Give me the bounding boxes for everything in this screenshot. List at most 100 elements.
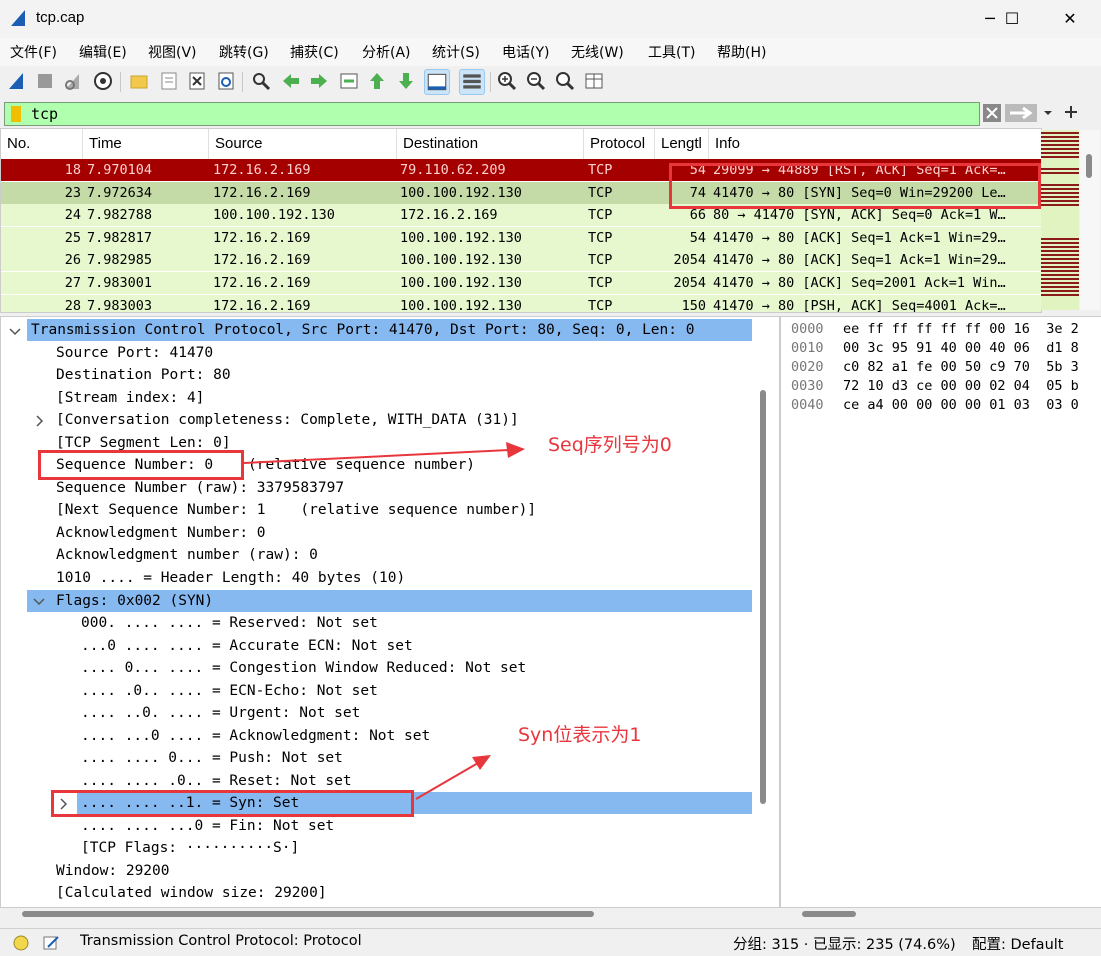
column-header-source[interactable]: Source (209, 129, 397, 159)
normal-size-icon[interactable] (554, 70, 576, 92)
add-filter-button-icon[interactable] (1064, 105, 1078, 119)
packet-cell-no: 28 (64, 297, 81, 313)
packet-cell-time: 7.982817 (87, 229, 153, 246)
hex-bytes[interactable]: 72 10 d3 ce 00 00 02 04 05 b (843, 378, 1079, 394)
tree-item-next-sequence-number[interactable]: [Next Sequence Number: 1 (relative seque… (56, 499, 536, 521)
go-last-icon[interactable] (395, 70, 417, 92)
auto-scroll-icon[interactable] (424, 69, 450, 95)
tree-item-fin[interactable]: .... .... ...0 = Fin: Not set (81, 815, 334, 837)
zoom-out-icon[interactable] (525, 70, 547, 92)
go-forward-icon[interactable] (308, 70, 330, 92)
details-scrollbar[interactable] (760, 390, 766, 804)
edit-comment-icon[interactable] (42, 934, 60, 952)
go-back-icon[interactable] (280, 70, 302, 92)
tree-item-tcp[interactable]: Transmission Control Protocol, Src Port:… (31, 319, 694, 341)
packet-list-scroll-thumb[interactable] (1086, 154, 1092, 178)
clear-filter-icon[interactable] (983, 104, 1001, 122)
column-header-no[interactable]: No. (1, 129, 83, 159)
menu-file[interactable]: 文件(F) (10, 42, 57, 62)
tree-item-tcp-flags[interactable]: [TCP Flags: ··········S·] (81, 837, 299, 859)
zoom-in-icon[interactable] (496, 70, 518, 92)
column-header-length[interactable]: Lengtl (655, 129, 709, 159)
menu-analyze[interactable]: 分析(A) (362, 42, 411, 62)
filter-history-dropdown-icon[interactable] (1040, 104, 1056, 122)
hex-bytes[interactable]: ee ff ff ff ff ff 00 16 3e 2 (843, 321, 1079, 337)
packet-cell-len: 2054 (673, 275, 706, 291)
packet-row[interactable]: 28 7.983003 172.16.2.169 100.100.192.130 TCP… (1, 294, 1041, 313)
save-file-icon[interactable] (158, 70, 180, 92)
tree-item-acknowledgment[interactable]: .... ...0 .... = Acknowledgment: Not set (81, 725, 430, 747)
packet-cell-no: 26 (64, 252, 81, 269)
tree-item-cwr[interactable]: .... 0... .... = Congestion Window Reduc… (81, 657, 526, 679)
expanded-arrow-icon[interactable] (33, 597, 45, 607)
maximize-button[interactable]: ☐ (990, 6, 1034, 32)
tree-item-accurate-ecn[interactable]: ...0 .... .... = Accurate ECN: Not set (81, 635, 413, 657)
tree-item-push[interactable]: .... .... 0... = Push: Not set (81, 747, 343, 769)
display-filter-input[interactable]: tcp (4, 102, 980, 126)
tree-item-stream-index[interactable]: [Stream index: 4] (56, 387, 204, 409)
apply-filter-icon[interactable] (1005, 104, 1037, 122)
tree-item-ack-number[interactable]: Acknowledgment Number: 0 (56, 522, 266, 544)
resize-columns-icon[interactable] (583, 70, 605, 92)
menu-capture[interactable]: 捕获(C) (290, 42, 339, 62)
tree-item-ack-number-raw[interactable]: Acknowledgment number (raw): 0 (56, 544, 318, 566)
packet-cell-len: 150 (681, 297, 706, 313)
menu-tools[interactable]: 工具(T) (648, 42, 695, 62)
menu-wireless[interactable]: 无线(W) (571, 42, 624, 62)
reload-file-icon[interactable] (215, 70, 237, 92)
menu-telephony[interactable]: 电话(Y) (502, 42, 549, 62)
tree-item-flags[interactable]: Flags: 0x002 (SYN) (56, 590, 213, 612)
column-header-protocol[interactable]: Protocol (584, 129, 655, 159)
packet-cell-time: 7.983003 (87, 297, 153, 313)
stop-capture-icon[interactable] (34, 70, 56, 92)
packet-list-scrollbar[interactable] (1080, 130, 1100, 310)
packet-row[interactable]: 26 7.982985 172.16.2.169 100.100.192.130 TCP… (1, 249, 1041, 272)
packet-minimap[interactable] (1041, 130, 1079, 310)
menu-statistics[interactable]: 统计(S) (432, 42, 480, 62)
column-header-destination[interactable]: Destination (397, 129, 584, 159)
column-header-info[interactable]: Info (709, 129, 1041, 159)
menu-edit[interactable]: 编辑(E) (79, 42, 127, 62)
menu-go[interactable]: 跳转(G) (219, 42, 269, 62)
details-horizontal-scrollbar[interactable] (22, 911, 594, 917)
bookmark-icon[interactable] (11, 106, 21, 122)
tree-item-ecn-echo[interactable]: .... .0.. .... = ECN-Echo: Not set (81, 680, 378, 702)
collapsed-arrow-icon[interactable] (35, 415, 45, 427)
hex-bytes[interactable]: 00 3c 95 91 40 00 40 06 d1 8 (843, 340, 1079, 356)
expert-info-icon[interactable] (12, 934, 30, 952)
tree-item-window[interactable]: Window: 29200 (56, 860, 170, 882)
hex-bytes[interactable]: ce a4 00 00 00 00 01 03 03 0 (843, 397, 1079, 413)
packet-row[interactable]: 25 7.982817 172.16.2.169 100.100.192.130 TCP… (1, 226, 1041, 249)
menu-view[interactable]: 视图(V) (148, 42, 197, 62)
minimap-stripe (1041, 148, 1079, 150)
hex-horizontal-scrollbar[interactable] (802, 911, 856, 917)
packet-cell-no: 25 (64, 229, 81, 246)
tree-item-urgent[interactable]: .... ..0. .... = Urgent: Not set (81, 702, 360, 724)
open-file-icon[interactable] (128, 70, 150, 92)
packet-row[interactable]: 27 7.983001 172.16.2.169 100.100.192.130 TCP… (1, 272, 1041, 294)
tree-item-reserved[interactable]: 000. .... .... = Reserved: Not set (81, 612, 378, 634)
go-to-packet-icon[interactable] (338, 70, 360, 92)
colorize-icon[interactable] (459, 69, 485, 95)
restart-capture-icon[interactable] (62, 70, 84, 92)
start-capture-icon[interactable] (6, 70, 28, 92)
menu-help[interactable]: 帮助(H) (717, 42, 766, 62)
find-packet-icon[interactable] (250, 70, 272, 92)
tree-item-conversation-completeness[interactable]: [Conversation completeness: Complete, WI… (56, 409, 519, 431)
close-button[interactable]: ✕ (1048, 6, 1092, 32)
tree-item-reset[interactable]: .... .... .0.. = Reset: Not set (81, 770, 352, 792)
capture-options-icon[interactable] (92, 70, 114, 92)
minimap-stripe (1041, 270, 1079, 272)
expanded-arrow-icon[interactable] (9, 327, 21, 337)
tree-item-destination-port[interactable]: Destination Port: 80 (56, 364, 231, 386)
annotation-seq-label: Seq序列号为0 (548, 434, 672, 456)
hex-bytes[interactable]: c0 82 a1 fe 00 50 c9 70 5b 3 (843, 359, 1079, 375)
tree-item-sequence-number-raw[interactable]: Sequence Number (raw): 3379583797 (56, 477, 344, 499)
tree-item-source-port[interactable]: Source Port: 41470 (56, 342, 213, 364)
go-first-icon[interactable] (366, 70, 388, 92)
close-file-icon[interactable] (186, 70, 208, 92)
status-profile[interactable]: 配置: Default (972, 933, 1063, 954)
tree-item-header-length[interactable]: 1010 .... = Header Length: 40 bytes (10) (56, 567, 405, 589)
column-header-time[interactable]: Time (83, 129, 209, 159)
tree-item-calculated-window[interactable]: [Calculated window size: 29200] (56, 882, 327, 904)
